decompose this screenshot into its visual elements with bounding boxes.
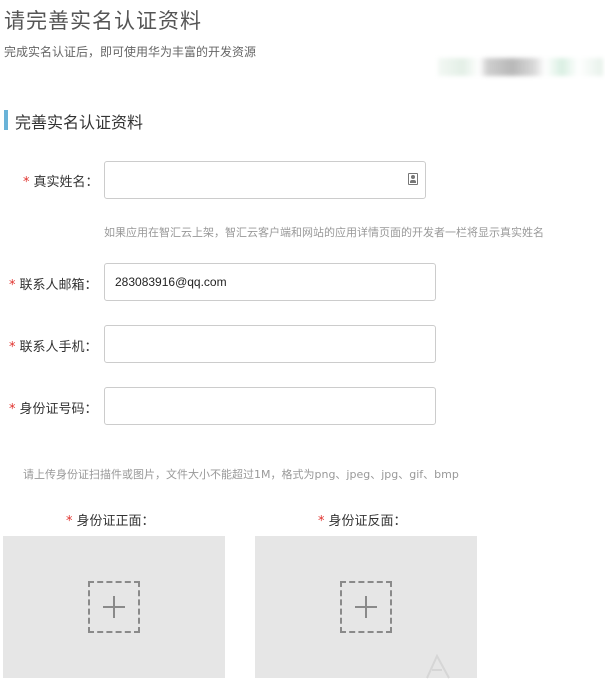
add-image-icon[interactable] <box>88 581 140 633</box>
section-title: 完善实名认证资料 <box>15 113 144 132</box>
contact-card-icon[interactable] <box>408 173 418 185</box>
email-input[interactable]: 283083916@qq.com <box>104 263 436 301</box>
real-name-input[interactable] <box>104 161 426 199</box>
page-title: 请完善实名认证资料 <box>4 9 202 33</box>
required-mark: * <box>9 278 16 293</box>
required-mark: * <box>318 514 325 529</box>
watermark-logo <box>426 653 450 679</box>
section-accent-bar <box>4 110 8 130</box>
phone-label: * 联系人手机： <box>9 336 98 355</box>
id-number-input[interactable] <box>104 387 436 425</box>
phone-label-text: 联系人手机： <box>19 340 98 355</box>
email-value: 283083916@qq.com <box>115 275 227 289</box>
plus-vertical <box>365 596 367 618</box>
real-name-label: * 真实姓名： <box>23 171 99 190</box>
id-front-label-text: 身份证正面： <box>76 514 155 529</box>
phone-input[interactable] <box>104 325 436 363</box>
id-number-label-text: 身份证号码： <box>19 402 98 417</box>
id-front-upload[interactable] <box>3 536 225 678</box>
blurred-decoration <box>438 58 603 76</box>
real-name-label-text: 真实姓名： <box>33 175 99 190</box>
id-back-label-text: 身份证反面： <box>328 514 407 529</box>
add-image-icon[interactable] <box>340 581 392 633</box>
real-name-hint: 如果应用在智汇云上架，智汇云客户端和网站的应用详情页面的开发者一栏将显示真实姓名 <box>104 226 544 239</box>
id-back-label: * 身份证反面： <box>318 510 407 529</box>
required-mark: * <box>9 340 16 355</box>
required-mark: * <box>66 514 73 529</box>
required-mark: * <box>23 175 30 190</box>
required-mark: * <box>9 402 16 417</box>
page-subtitle: 完成实名认证后，即可使用华为丰富的开发资源 <box>4 45 257 59</box>
id-number-label: * 身份证号码： <box>9 398 98 417</box>
email-label: * 联系人邮箱： <box>9 274 98 293</box>
id-front-label: * 身份证正面： <box>66 510 155 529</box>
email-label-text: 联系人邮箱： <box>19 278 98 293</box>
plus-vertical <box>113 596 115 618</box>
upload-hint: 请上传身份证扫描件或图片，文件大小不能超过1M，格式为png、jpeg、jpg、… <box>23 468 459 481</box>
